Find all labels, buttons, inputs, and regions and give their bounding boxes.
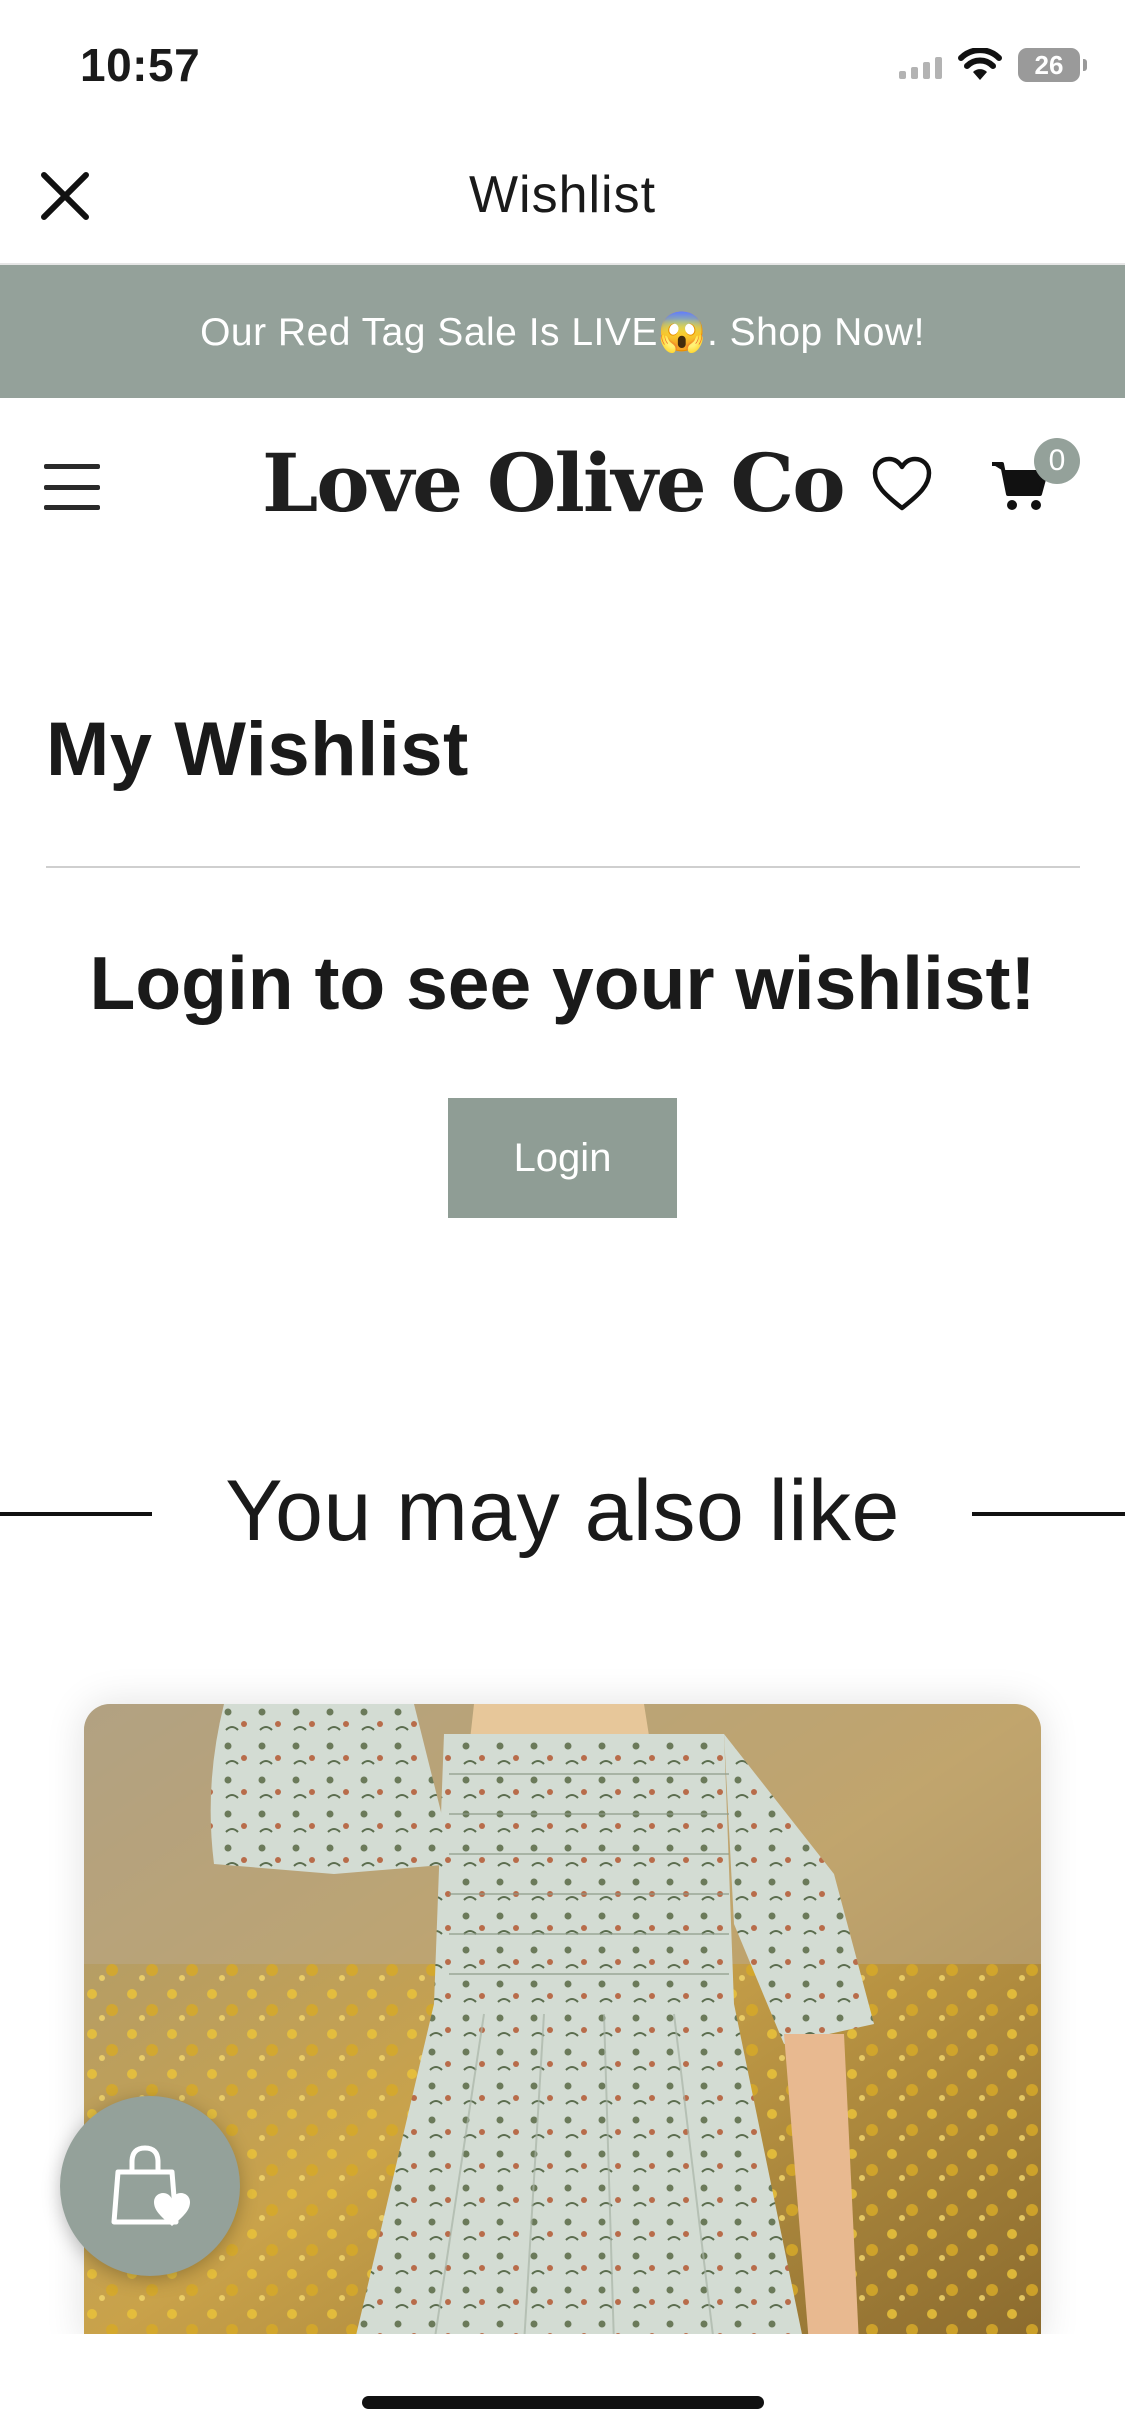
- hamburger-menu-icon[interactable]: [44, 464, 100, 510]
- product-image[interactable]: [84, 1704, 1041, 2344]
- signal-icon: [899, 51, 942, 79]
- page-title: My Wishlist: [46, 707, 469, 792]
- store-logo[interactable]: Love Olive Co: [262, 436, 846, 530]
- status-bar: 10:57 26: [0, 0, 1125, 135]
- status-time: 10:57: [80, 39, 201, 91]
- section-rule-right: [972, 1512, 1125, 1516]
- shopping-bag-heart-icon: [111, 2145, 190, 2226]
- wifi-icon: [958, 48, 1002, 80]
- divider: [46, 866, 1080, 868]
- nav-title: Wishlist: [468, 166, 657, 224]
- promo-banner[interactable]: Our Red Tag Sale Is LIVE😱. Shop Now!: [0, 265, 1125, 398]
- heart-icon[interactable]: [870, 454, 934, 514]
- floating-wishlist-button[interactable]: [60, 2096, 240, 2276]
- store-header: Love Olive Co 0: [0, 398, 1125, 578]
- status-indicators: 26: [899, 48, 1087, 82]
- login-message: Login to see your wishlist!: [89, 941, 1036, 1025]
- product-card[interactable]: [84, 1704, 1041, 2344]
- battery-icon: 26: [1018, 48, 1087, 82]
- login-button[interactable]: Login: [448, 1098, 677, 1218]
- nav-header: Wishlist: [0, 135, 1125, 265]
- promo-text: Our Red Tag Sale Is LIVE😱. Shop Now!: [200, 310, 925, 354]
- bottom-safe-area: [0, 2334, 1125, 2436]
- recommendations-title: You may also like: [225, 1463, 900, 1559]
- battery-level: 26: [1034, 49, 1064, 80]
- home-indicator[interactable]: [362, 2396, 764, 2409]
- cart-count-badge: 0: [1034, 438, 1080, 484]
